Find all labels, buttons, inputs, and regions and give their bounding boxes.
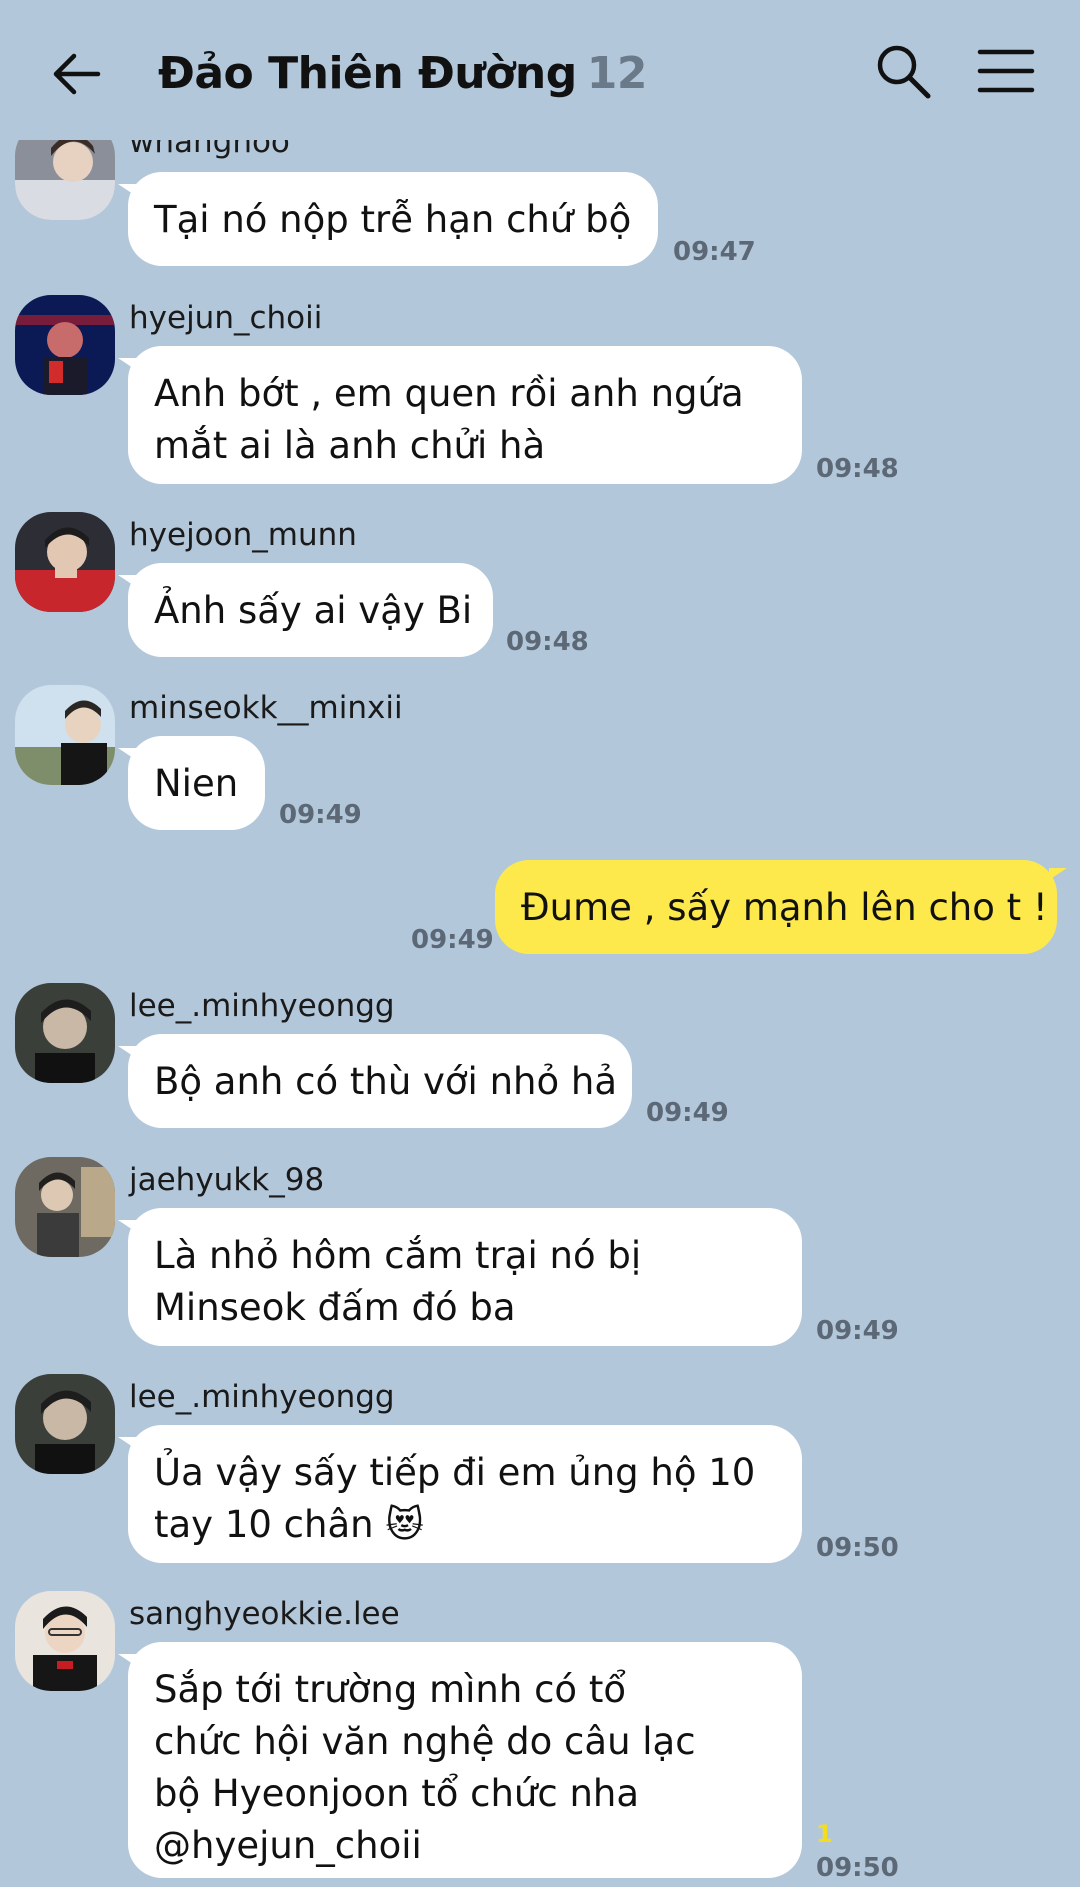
message-bubble[interactable]: Sắp tới trường mình có tổ chức hội văn n…	[118, 1642, 802, 1878]
message-bubble[interactable]: Nien	[118, 736, 265, 830]
chat-title: Đảo Thiên Đường 12	[158, 44, 647, 104]
message-time: 09:49	[279, 800, 362, 830]
sender-name: lee_.minhyeongg	[129, 988, 395, 1024]
member-count: 12	[586, 48, 648, 99]
unread-count: 1	[816, 1820, 833, 1848]
message-time: 09:49	[646, 1098, 729, 1128]
message-time: 09:48	[816, 454, 899, 484]
hamburger-menu-icon	[977, 49, 1035, 93]
sender-name: sanghyeokkie.lee	[129, 1596, 400, 1632]
my-message-bubble[interactable]: Đume , sấy mạnh lên cho t !	[495, 860, 1067, 954]
avatar[interactable]	[15, 512, 115, 612]
message-bubble[interactable]: Anh bớt , em quen rồi anh ngứa mắt ai là…	[118, 346, 802, 484]
message-bubble[interactable]: Ủa vậy sấy tiếp đi em ủng hộ 10 tay 10 c…	[118, 1425, 802, 1563]
message-time: 09:48	[506, 627, 589, 657]
sender-name: hyejun_choii	[129, 300, 323, 336]
search-icon	[877, 45, 931, 99]
sender-name: jaehyukk_98	[129, 1162, 325, 1198]
sender-name: hyejoon_munn	[129, 517, 357, 553]
chat-message-list[interactable]: whanghoo Tại nó nộp trễ hạn chứ bộ 09:47…	[0, 0, 1080, 1887]
avatar[interactable]	[15, 295, 115, 395]
chat-header: Đảo Thiên Đường 12	[0, 0, 1080, 140]
search-button[interactable]	[872, 40, 934, 102]
message-time: 09:47	[673, 237, 756, 267]
message-time: 09:50	[816, 1533, 899, 1563]
avatar[interactable]	[15, 1374, 115, 1474]
room-name: Đảo Thiên Đường	[158, 48, 577, 99]
message-time: 09:49	[411, 925, 494, 955]
avatar[interactable]	[15, 983, 115, 1083]
menu-button[interactable]	[976, 46, 1036, 96]
message-bubble[interactable]: Là nhỏ hôm cắm trại nó bị Minseok đấm đó…	[118, 1208, 802, 1346]
message-time: 09:50	[816, 1853, 899, 1883]
avatar[interactable]	[15, 685, 115, 785]
message-bubble[interactable]: Bộ anh có thù với nhỏ hả	[118, 1034, 632, 1128]
avatar[interactable]	[15, 1591, 115, 1691]
message-bubble[interactable]: Tại nó nộp trễ hạn chứ bộ	[118, 172, 658, 266]
sender-name: minseokk__minxii	[129, 690, 403, 726]
message-time: 09:49	[816, 1316, 899, 1346]
message-bubble[interactable]: Ảnh sấy ai vậy Bi	[118, 563, 493, 657]
arrow-left-icon	[53, 53, 101, 95]
sender-name: lee_.minhyeongg	[129, 1379, 395, 1415]
avatar[interactable]	[15, 1157, 115, 1257]
back-button[interactable]	[48, 44, 108, 104]
